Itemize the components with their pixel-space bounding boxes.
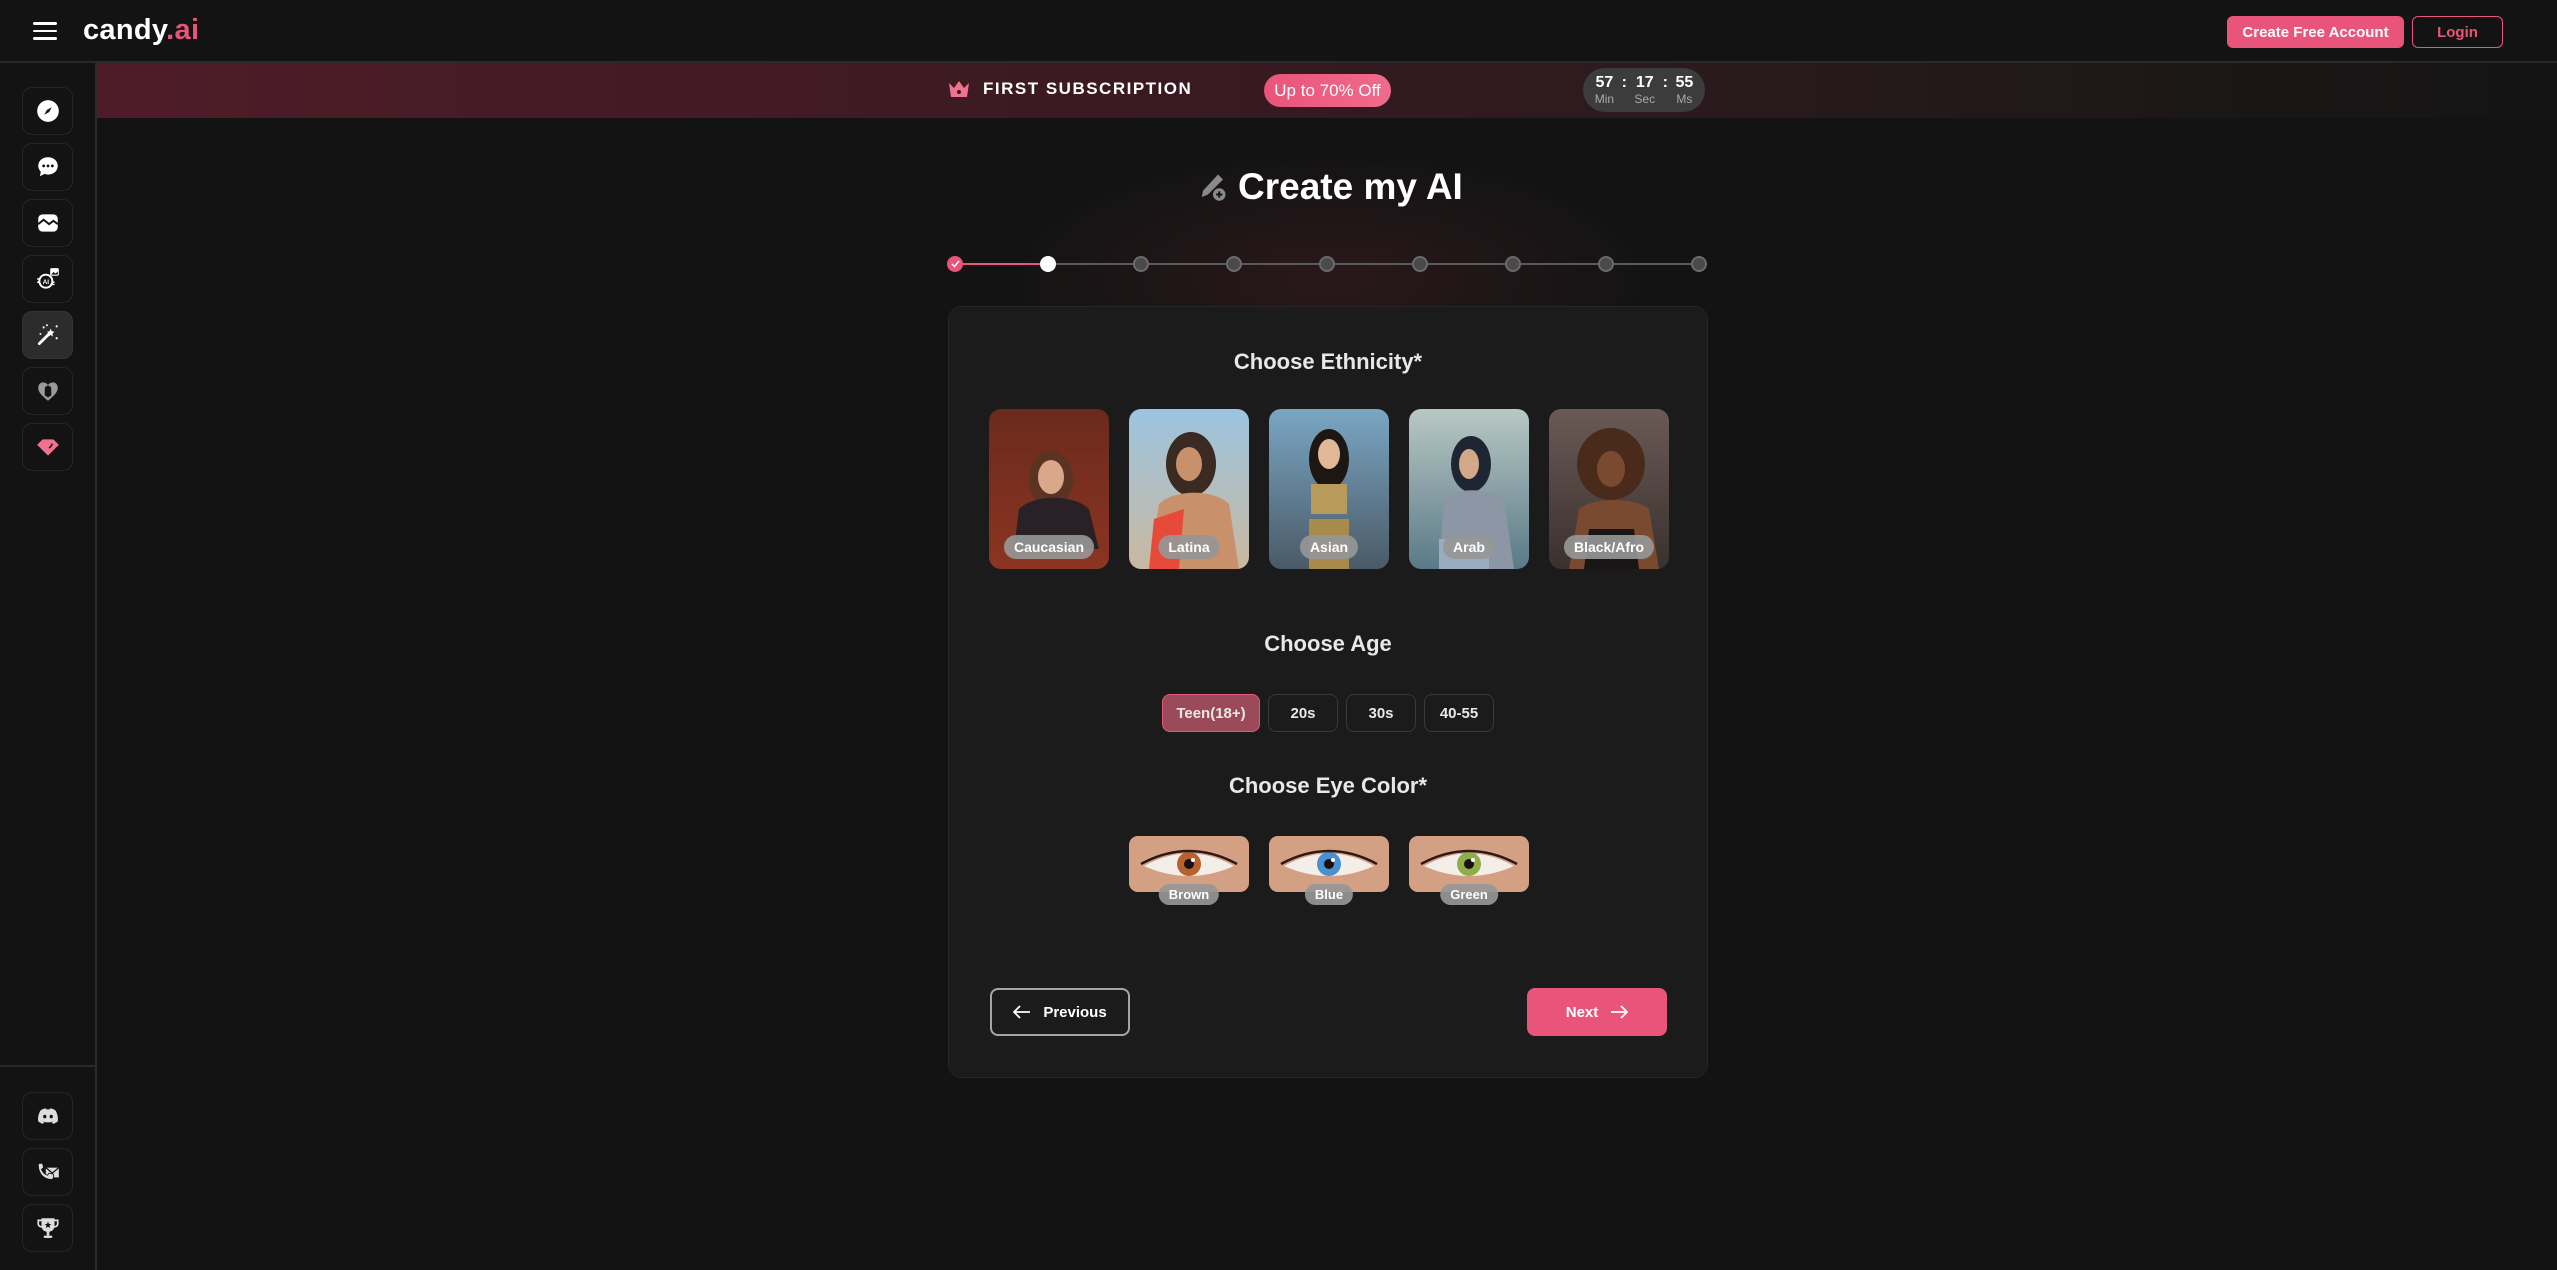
top-header: candy.ai Create Free Account Login — [0, 0, 2557, 63]
age-option-teen[interactable]: Teen(18+) — [1162, 694, 1260, 732]
stepper-connector — [1606, 263, 1699, 265]
diamond-icon — [36, 439, 59, 456]
ai-image-icon: AI — [36, 268, 59, 289]
logo-accent: .ai — [166, 14, 200, 46]
sidebar-item-create-character[interactable] — [22, 311, 73, 359]
pencil-plus-icon — [1201, 174, 1226, 201]
sidebar-item-gallery[interactable] — [22, 199, 73, 247]
timer-minutes: 57 — [1595, 74, 1614, 91]
sidebar-item-generate-image[interactable]: AI — [22, 255, 73, 303]
stepper-connector — [1048, 263, 1141, 265]
eye-color-label: Green — [1440, 884, 1498, 905]
stepper-step-pending — [1133, 256, 1149, 272]
age-title: Choose Age — [1264, 631, 1392, 656]
trophy-icon — [36, 1218, 59, 1238]
promo-banner[interactable]: FIRST SUBSCRIPTION Up to 70% Off 57 Min :… — [97, 63, 2557, 118]
sidebar: AI — [0, 63, 97, 1270]
create-free-account-button[interactable]: Create Free Account — [2227, 16, 2404, 48]
stepper-step-current — [1040, 256, 1056, 272]
stepper-step-pending — [1691, 256, 1707, 272]
ethnicity-options: Caucasian Latina Asian Arab Black/Afro — [989, 409, 1669, 569]
ethnicity-option-black-afro[interactable]: Black/Afro — [1549, 409, 1669, 569]
stepper-connector — [1234, 263, 1327, 265]
arrow-left-icon — [1013, 1005, 1031, 1019]
sidebar-item-discord[interactable] — [22, 1092, 73, 1140]
age-option-20s[interactable]: 20s — [1268, 694, 1338, 732]
ethnicity-option-caucasian[interactable]: Caucasian — [989, 409, 1109, 569]
next-label: Next — [1565, 1003, 1599, 1021]
stepper-step-pending — [1598, 256, 1614, 272]
stepper-connector — [1420, 263, 1513, 265]
hamburger-icon[interactable] — [33, 22, 57, 40]
login-button[interactable]: Login — [2412, 16, 2503, 48]
ethnicity-label: Asian — [1299, 535, 1359, 559]
page-heading: Create my AI — [1238, 166, 1463, 207]
ethnicity-option-arab[interactable]: Arab — [1409, 409, 1529, 569]
timer-sec-label: Sec — [1634, 92, 1656, 106]
sidebar-item-chat[interactable] — [22, 143, 73, 191]
age-option-30s[interactable]: 30s — [1346, 694, 1416, 732]
timer-ms: 55 — [1675, 74, 1694, 91]
crown-icon — [949, 81, 969, 97]
timer-min-label: Min — [1594, 92, 1615, 106]
page-title: Create my AI — [1198, 162, 1463, 212]
ethnicity-option-asian[interactable]: Asian — [1269, 409, 1389, 569]
svg-text:AI: AI — [42, 279, 49, 286]
timer-separator: : — [1662, 74, 1668, 91]
sidebar-item-my-ai[interactable] — [22, 367, 73, 415]
stepper-step-pending — [1412, 256, 1428, 272]
stepper-step-pending — [1226, 256, 1242, 272]
eye-color-label: Brown — [1158, 884, 1220, 905]
promo-title: FIRST SUBSCRIPTION — [983, 79, 1193, 98]
discord-icon — [37, 1108, 58, 1124]
stepper-connector — [955, 263, 1048, 265]
magic-wand-icon — [37, 324, 58, 346]
age-option-40-55[interactable]: 40-55 — [1424, 694, 1494, 732]
progress-stepper — [947, 254, 1707, 274]
image-icon — [37, 214, 58, 232]
stepper-connector — [1513, 263, 1606, 265]
sidebar-divider — [0, 1065, 97, 1067]
ethnicity-label: Arab — [1443, 535, 1495, 559]
timer-ms-label: Ms — [1676, 92, 1693, 106]
eye-color-options: Brown Blue Green — [1129, 836, 1529, 908]
stepper-step-completed — [947, 256, 963, 272]
timer-seconds: 17 — [1635, 74, 1654, 91]
age-options: Teen(18+) 20s 30s 40-55 — [1162, 694, 1494, 732]
timer-separator: : — [1621, 74, 1627, 91]
check-icon — [950, 260, 960, 268]
next-button[interactable]: Next — [1527, 988, 1667, 1036]
logo[interactable]: candy.ai — [83, 14, 199, 47]
stepper-step-pending — [1319, 256, 1335, 272]
countdown-timer: 57 Min : 17 Sec : 55 Ms — [1583, 68, 1705, 112]
ethnicity-label: Black/Afro — [1563, 535, 1655, 559]
ethnicity-label: Caucasian — [1003, 535, 1095, 559]
stepper-connector — [1141, 263, 1234, 265]
eye-color-option-brown[interactable]: Brown — [1129, 836, 1249, 908]
previous-button[interactable]: Previous — [990, 988, 1130, 1036]
sidebar-item-premium[interactable] — [22, 423, 73, 471]
ethnicity-title: Choose Ethnicity* — [1233, 349, 1423, 374]
stepper-connector — [1327, 263, 1420, 265]
phone-mail-icon — [37, 1162, 59, 1181]
stepper-step-pending — [1505, 256, 1521, 272]
eye-color-option-blue[interactable]: Blue — [1269, 836, 1389, 908]
sidebar-item-explore[interactable] — [22, 87, 73, 135]
ethnicity-label: Latina — [1158, 535, 1220, 559]
compass-icon — [36, 100, 59, 122]
chat-bubble-icon — [37, 157, 58, 177]
eye-color-option-green[interactable]: Green — [1409, 836, 1529, 908]
arrow-right-icon — [1611, 1005, 1629, 1019]
sidebar-item-affiliate[interactable] — [22, 1204, 73, 1252]
ethnicity-option-latina[interactable]: Latina — [1129, 409, 1249, 569]
logo-main: candy — [83, 14, 167, 46]
heart-icon — [37, 382, 58, 401]
form-card: Choose Ethnicity* Caucasian Latina Asian… — [948, 306, 1708, 1078]
eye-color-label: Blue — [1304, 884, 1354, 905]
previous-label: Previous — [1043, 1003, 1107, 1021]
sidebar-item-contact[interactable] — [22, 1148, 73, 1196]
discount-badge: Up to 70% Off — [1264, 74, 1391, 107]
eye-color-title: Choose Eye Color* — [1228, 773, 1428, 798]
